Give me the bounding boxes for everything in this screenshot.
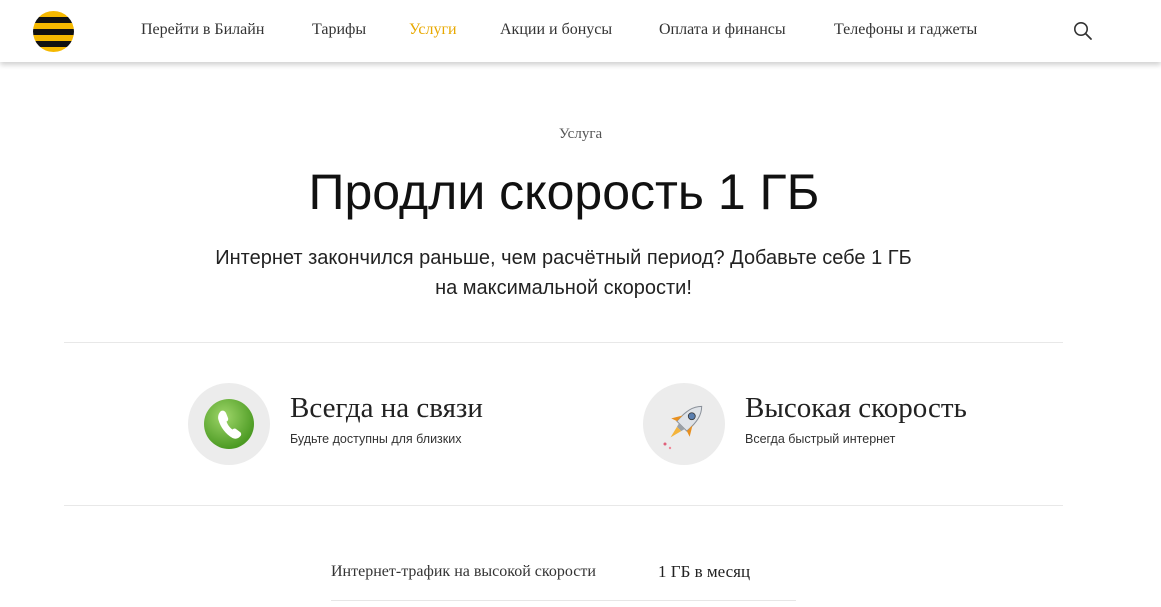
nav-item-services[interactable]: Услуги — [409, 21, 457, 39]
phone-icon — [188, 383, 270, 465]
nav-item-promotions[interactable]: Акции и бонусы — [500, 21, 612, 39]
nav-item-phones[interactable]: Телефоны и гаджеты — [834, 21, 977, 39]
nav-item-go-to-beeline[interactable]: Перейти в Билайн — [141, 21, 264, 39]
page-subtitle: Интернет закончился раньше, чем расчётны… — [215, 247, 912, 299]
spec-value: 1 ГБ в месяц — [658, 562, 751, 581]
search-icon[interactable] — [1073, 21, 1093, 41]
feature-description: Будьте доступны для близких — [290, 432, 462, 446]
service-kicker: Услуга — [558, 126, 603, 142]
divider — [64, 342, 1063, 343]
spec-row-divider — [331, 600, 796, 601]
feature-description: Всегда быстрый интернет — [745, 432, 896, 446]
spec-label: Интернет-трафик на высокой скорости — [331, 563, 596, 580]
feature-title: Всегда на связи — [290, 392, 483, 424]
nav-item-tariffs[interactable]: Тарифы — [312, 21, 366, 39]
divider — [64, 505, 1063, 506]
nav-item-payments[interactable]: Оплата и финансы — [659, 21, 786, 39]
rocket-icon — [643, 383, 725, 465]
feature-title: Высокая скорость — [745, 392, 967, 424]
beeline-logo[interactable] — [33, 11, 74, 52]
page-title: Продли скорость 1 ГБ — [308, 164, 820, 220]
site-header: Перейти в Билайн Тарифы Услуги Акции и б… — [0, 0, 1161, 62]
